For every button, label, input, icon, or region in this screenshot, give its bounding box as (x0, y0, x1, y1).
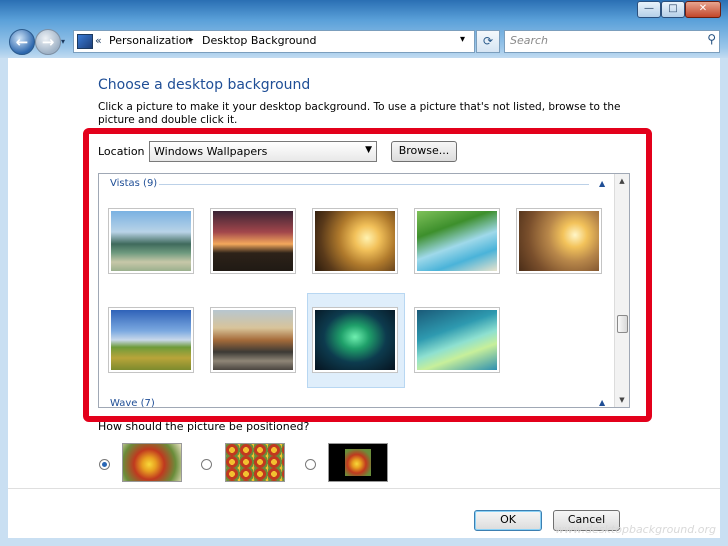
position-fill-preview-icon[interactable] (122, 443, 182, 482)
wallpaper-thumbnail[interactable] (210, 208, 296, 274)
breadcrumb-separator[interactable]: ▸ (189, 35, 194, 45)
wallpaper-thumbnail[interactable] (414, 307, 500, 373)
minimize-button[interactable]: — (637, 1, 661, 18)
window-border-left (0, 58, 8, 546)
group-header-vistas[interactable]: Vistas (9) (110, 178, 157, 189)
location-select[interactable]: Windows Wallpapers ▼ (149, 141, 377, 162)
forward-arrow-icon: → (41, 33, 55, 51)
wallpaper-thumbnail[interactable] (210, 307, 296, 373)
position-tile-preview-icon[interactable] (225, 443, 285, 482)
chevron-down-icon: ▼ (365, 145, 372, 155)
wallpaper-thumbnail[interactable] (108, 307, 194, 373)
wallpaper-thumbnail[interactable] (414, 208, 500, 274)
wallpaper-image (417, 310, 497, 370)
control-panel-icon (77, 34, 93, 49)
page-title: Choose a desktop background (98, 77, 311, 93)
maximize-button[interactable]: □ (661, 1, 685, 18)
back-button[interactable]: ← (9, 29, 35, 55)
wallpaper-image (315, 310, 395, 370)
breadcrumb-personalization[interactable]: Personalization (109, 34, 192, 47)
breadcrumb-overflow[interactable]: « (95, 34, 102, 47)
wallpaper-image (213, 211, 293, 271)
watermark: www.desktopbackground.org (555, 523, 716, 536)
wallpaper-thumbnail[interactable] (516, 208, 602, 274)
gallery-scrollbar[interactable]: ▲ ▼ (614, 174, 629, 407)
position-center-radio[interactable] (305, 459, 316, 470)
position-question: How should the picture be positioned? (98, 420, 310, 433)
wallpaper-thumbnail-selected[interactable] (312, 307, 398, 373)
breadcrumb-desktop-background[interactable]: Desktop Background (202, 34, 317, 47)
window-border-right (720, 58, 728, 546)
navigation-bar: ← → ▾ « Personalization ▸ Desktop Backgr… (0, 22, 728, 58)
wallpaper-gallery: Vistas (9) ▲ Wave (7) ▲ ▲ ▼ (98, 173, 630, 408)
search-icon[interactable]: ⚲ (707, 32, 716, 46)
position-center-preview-icon[interactable] (328, 443, 388, 482)
wallpaper-image (111, 310, 191, 370)
ok-button[interactable]: OK (474, 510, 542, 531)
close-button[interactable]: ✕ (685, 1, 721, 18)
group-header-wave[interactable]: Wave (7) (110, 398, 155, 407)
collapse-group-icon[interactable]: ▲ (599, 398, 605, 407)
search-box[interactable]: Search ⚲ (504, 30, 720, 53)
wallpaper-image (213, 310, 293, 370)
wallpaper-image (111, 211, 191, 271)
back-arrow-icon: ← (15, 33, 29, 51)
group-divider (159, 184, 589, 185)
location-value: Windows Wallpapers (154, 145, 268, 158)
location-label: Location (98, 145, 145, 158)
page-description: Click a picture to make it your desktop … (98, 101, 621, 126)
wallpaper-image (519, 211, 599, 271)
position-fill-radio[interactable] (99, 459, 110, 470)
recent-pages-dropdown[interactable]: ▾ (61, 37, 65, 46)
scroll-down-icon[interactable]: ▼ (615, 393, 629, 407)
search-input[interactable]: Search (510, 34, 548, 47)
refresh-button[interactable]: ⟳ (476, 30, 500, 53)
wallpaper-image (315, 211, 395, 271)
wallpaper-thumbnail[interactable] (108, 208, 194, 274)
footer-divider (8, 488, 720, 489)
collapse-group-icon[interactable]: ▲ (599, 179, 605, 188)
position-tile-radio[interactable] (201, 459, 212, 470)
title-bar: — □ ✕ (0, 0, 728, 22)
wallpaper-thumbnail[interactable] (312, 208, 398, 274)
scrollbar-thumb[interactable] (617, 315, 628, 333)
wallpaper-image (417, 211, 497, 271)
scroll-up-icon[interactable]: ▲ (615, 174, 629, 188)
address-dropdown-icon[interactable]: ▾ (460, 34, 465, 45)
address-bar[interactable]: « Personalization ▸ Desktop Background ▾ (73, 30, 475, 53)
client-area: Choose a desktop background Click a pict… (8, 58, 720, 538)
browse-button[interactable]: Browse... (391, 141, 457, 162)
center-preview-image (345, 449, 371, 476)
forward-button[interactable]: → (35, 29, 61, 55)
